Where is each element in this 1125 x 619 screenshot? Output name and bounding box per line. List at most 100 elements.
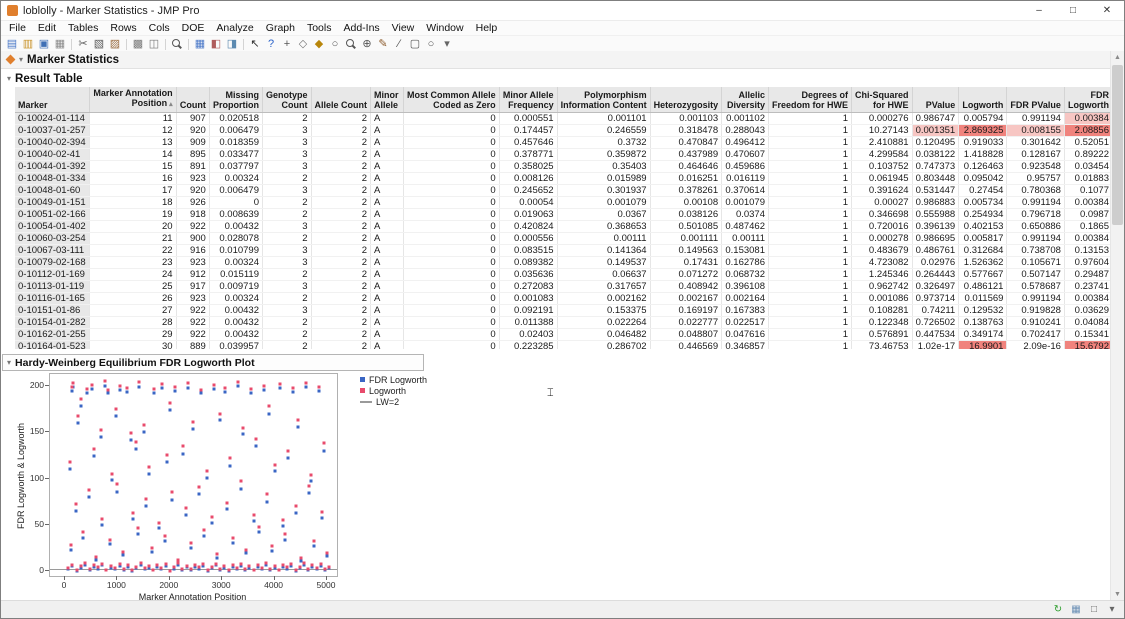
table-cell[interactable]: 895 bbox=[176, 149, 209, 161]
refresh-status-icon[interactable]: ↻ bbox=[1050, 603, 1066, 617]
table-cell[interactable]: 0 bbox=[209, 197, 262, 209]
pencil-tool-icon[interactable]: ✎ bbox=[375, 37, 391, 51]
table-cell[interactable]: 0-10060-03-254 bbox=[15, 233, 90, 245]
table-cell[interactable]: 0.016251 bbox=[650, 173, 722, 185]
table-cell[interactable]: 0.010799 bbox=[209, 245, 262, 257]
table-cell[interactable]: 0.3732 bbox=[557, 137, 650, 149]
table-cell[interactable]: 922 bbox=[176, 329, 209, 341]
table-cell[interactable]: 1 bbox=[769, 269, 852, 281]
table-cell[interactable]: 0.264443 bbox=[912, 269, 959, 281]
column-header-16[interactable]: FDR PValue bbox=[1007, 87, 1065, 113]
table-cell[interactable]: 0.27454 bbox=[959, 185, 1007, 197]
table-cell[interactable]: 0.301642 bbox=[1007, 137, 1065, 149]
table-cell[interactable]: 0.391624 bbox=[852, 185, 913, 197]
table-cell[interactable]: 1 bbox=[769, 317, 852, 329]
table-cell[interactable]: 0.223285 bbox=[499, 341, 557, 350]
table-cell[interactable]: 0-10079-02-168 bbox=[15, 257, 90, 269]
table-cell[interactable]: 0.00432 bbox=[209, 221, 262, 233]
table-cell[interactable]: 916 bbox=[176, 245, 209, 257]
table-cell[interactable]: 3 bbox=[262, 185, 311, 197]
table-cell[interactable]: 0.129532 bbox=[959, 305, 1007, 317]
table-cell[interactable]: 0-10151-01-86 bbox=[15, 305, 90, 317]
table-cell[interactable]: 0.780368 bbox=[1007, 185, 1065, 197]
table-cell[interactable]: 0.138763 bbox=[959, 317, 1007, 329]
table-cell[interactable]: 922 bbox=[176, 221, 209, 233]
table-cell[interactable]: 0.359872 bbox=[557, 149, 650, 161]
table-cell[interactable]: 0.577667 bbox=[959, 269, 1007, 281]
table-cell[interactable]: 0.001111 bbox=[650, 233, 722, 245]
table-cell[interactable]: 0.03629 bbox=[1064, 305, 1112, 317]
table-cell[interactable]: A bbox=[371, 137, 404, 149]
table-cell[interactable]: 0.578687 bbox=[1007, 281, 1065, 293]
table-cell[interactable]: 0.346857 bbox=[722, 341, 769, 350]
table-cell[interactable]: 18 bbox=[90, 197, 176, 209]
table-cell[interactable]: 0.0987 bbox=[1064, 209, 1112, 221]
table-cell[interactable]: 2 bbox=[262, 113, 311, 125]
table-cell[interactable]: 0.015119 bbox=[209, 269, 262, 281]
table-cell[interactable]: 0.23741 bbox=[1064, 281, 1112, 293]
table-cell[interactable]: 1 bbox=[769, 197, 852, 209]
column-header-11[interactable]: Allelic Diversity bbox=[722, 87, 769, 113]
table-cell[interactable]: 0 bbox=[403, 293, 499, 305]
table-cell[interactable]: 73.46753 bbox=[852, 341, 913, 350]
menu-graph[interactable]: Graph bbox=[260, 22, 301, 34]
table-cell[interactable]: 0.396108 bbox=[722, 281, 769, 293]
table-cell[interactable]: 0.001102 bbox=[722, 113, 769, 125]
column-header-12[interactable]: Degrees of Freedom for HWE bbox=[769, 87, 852, 113]
table-cell[interactable]: 0.00432 bbox=[209, 329, 262, 341]
table-cell[interactable]: 1 bbox=[769, 281, 852, 293]
table-cell[interactable]: 0.486761 bbox=[912, 245, 959, 257]
table-cell[interactable]: 0.019063 bbox=[499, 209, 557, 221]
table-cell[interactable]: 0.531447 bbox=[912, 185, 959, 197]
table-cell[interactable]: 23 bbox=[90, 257, 176, 269]
table-cell[interactable]: 0.000278 bbox=[852, 233, 913, 245]
table-cell[interactable]: 0.370614 bbox=[722, 185, 769, 197]
table-cell[interactable]: 0.245652 bbox=[499, 185, 557, 197]
table-cell[interactable]: 0.576891 bbox=[852, 329, 913, 341]
table-cell[interactable]: 0.122348 bbox=[852, 317, 913, 329]
table-cell[interactable]: 0 bbox=[403, 197, 499, 209]
table-cell[interactable]: 0.149537 bbox=[557, 257, 650, 269]
arrow-tool-icon[interactable]: ↖ bbox=[247, 37, 263, 51]
table-cell[interactable]: 912 bbox=[176, 269, 209, 281]
table-cell[interactable]: A bbox=[371, 113, 404, 125]
table-cell[interactable]: 0.01883 bbox=[1064, 173, 1112, 185]
table-cell[interactable]: 0.15341 bbox=[1064, 329, 1112, 341]
table-cell[interactable]: A bbox=[371, 149, 404, 161]
table-cell[interactable]: 2 bbox=[311, 329, 371, 341]
table-cell[interactable]: 0.991194 bbox=[1007, 113, 1065, 125]
table-cell[interactable]: 917 bbox=[176, 281, 209, 293]
table-cell[interactable]: 907 bbox=[176, 113, 209, 125]
table-cell[interactable]: 0.015989 bbox=[557, 173, 650, 185]
table-cell[interactable]: 3 bbox=[262, 125, 311, 137]
table-cell[interactable]: 0.973714 bbox=[912, 293, 959, 305]
table-cell[interactable]: 0.272083 bbox=[499, 281, 557, 293]
table-cell[interactable]: 0.0374 bbox=[722, 209, 769, 221]
table-cell[interactable]: 2.869325 bbox=[959, 125, 1007, 137]
table-cell[interactable]: 0 bbox=[403, 317, 499, 329]
table-cell[interactable]: 1 bbox=[769, 305, 852, 317]
table-cell[interactable]: 0.962742 bbox=[852, 281, 913, 293]
table-cell[interactable]: 0.286702 bbox=[557, 341, 650, 350]
table-cell[interactable]: 3 bbox=[262, 137, 311, 149]
table-cell[interactable]: 0.00108 bbox=[650, 197, 722, 209]
table-cell[interactable]: 19 bbox=[90, 209, 176, 221]
table-cell[interactable]: 17 bbox=[90, 185, 176, 197]
table-cell[interactable]: 0.910241 bbox=[1007, 317, 1065, 329]
table-cell[interactable]: 2 bbox=[311, 305, 371, 317]
legend-item[interactable]: Logworth bbox=[360, 385, 427, 396]
fit-y-by-x-icon[interactable]: ◨ bbox=[224, 37, 240, 51]
table-cell[interactable]: A bbox=[371, 221, 404, 233]
table-cell[interactable]: 0.408942 bbox=[650, 281, 722, 293]
table-cell[interactable]: 0 bbox=[403, 269, 499, 281]
menu-file[interactable]: File bbox=[3, 22, 32, 34]
table-cell[interactable]: 2.410881 bbox=[852, 137, 913, 149]
table-cell[interactable]: 0.048807 bbox=[650, 329, 722, 341]
table-cell[interactable]: 0.018359 bbox=[209, 137, 262, 149]
table-cell[interactable]: 1.418828 bbox=[959, 149, 1007, 161]
table-cell[interactable]: 0-10054-01-402 bbox=[15, 221, 90, 233]
table-cell[interactable]: 1 bbox=[769, 329, 852, 341]
table-cell[interactable]: 21 bbox=[90, 233, 176, 245]
table-cell[interactable]: 0-10112-01-169 bbox=[15, 269, 90, 281]
table-cell[interactable]: 0.459686 bbox=[722, 161, 769, 173]
